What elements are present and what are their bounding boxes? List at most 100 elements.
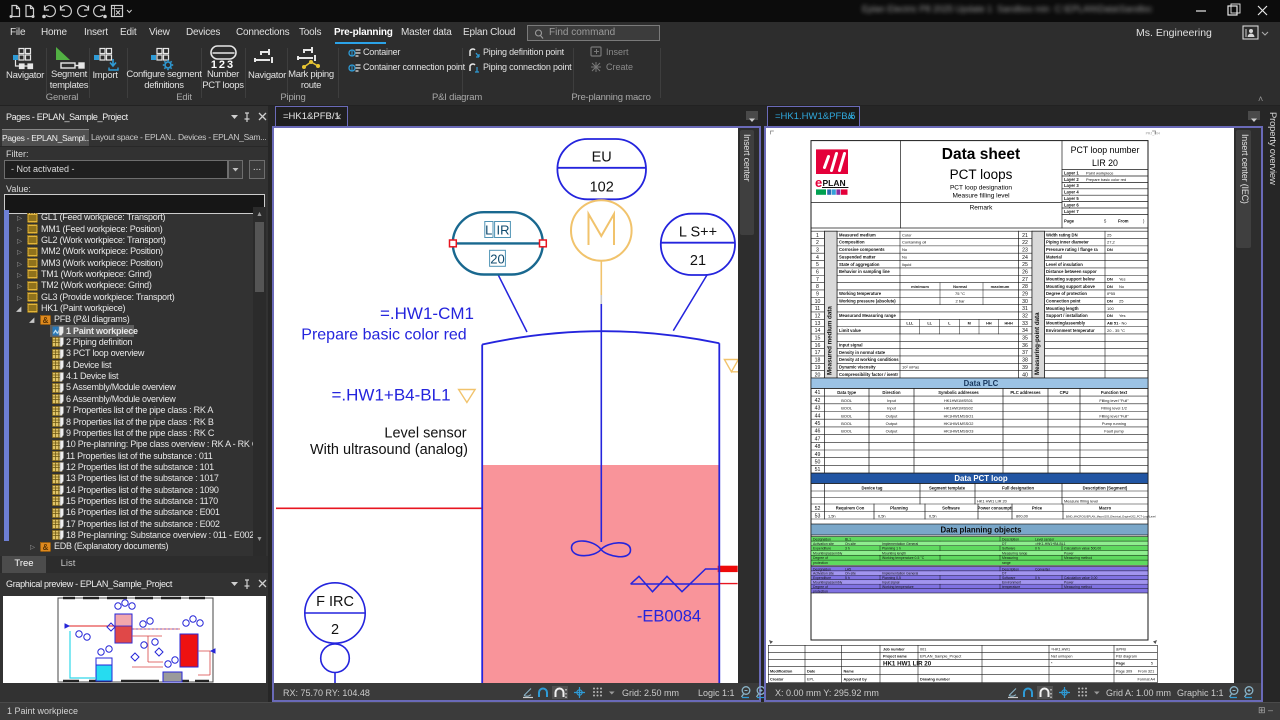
svg-text:20: 20 (490, 252, 504, 267)
svg-text:Page 309: Page 309 (1116, 669, 1132, 673)
svg-text:36: 36 (1022, 343, 1028, 349)
svg-text:001: 001 (920, 647, 926, 651)
svg-text:State of aggregation: State of aggregation (839, 262, 880, 267)
svg-text:From: From (1118, 219, 1129, 224)
svg-text:102: 102 (590, 180, 614, 196)
svg-text:Measurand Measuring ran: Measurand Measuring range (839, 313, 896, 318)
svg-text:P&I diagram: P&I diagram (1116, 654, 1137, 658)
svg-text:Device tag: Device tag (862, 485, 883, 490)
svg-text:Mounting/assembly: Mounting/assembly (813, 551, 843, 555)
svg-text:Description: Description (1002, 537, 1019, 541)
svg-text:- No: - No (1119, 320, 1127, 325)
svg-text:6: 6 (816, 270, 819, 276)
svg-text:Mounting/assembly: Mounting/assembly (1046, 320, 1086, 325)
svg-text:protection: protection (813, 561, 828, 565)
svg-text:Level of insulation: Level of insulation (1046, 262, 1083, 267)
svg-text:EU: EU (592, 150, 612, 166)
svg-text:No: No (902, 247, 908, 252)
svg-text:52: 52 (815, 506, 821, 512)
svg-text:10: 10 (815, 299, 821, 305)
svg-text:21: 21 (1022, 233, 1028, 239)
svg-text:31: 31 (1022, 306, 1028, 312)
svg-text:=HK1-HW1+B4-BL1: =HK1-HW1+B4-BL1 (1035, 542, 1066, 546)
svg-text:M: M (968, 321, 971, 325)
svg-text:Width rating DN: Width rating DN (1046, 232, 1078, 237)
svg-text:46: 46 (815, 429, 821, 435)
svg-text:25: 25 (1022, 262, 1028, 268)
svg-text:Page: Page (1064, 219, 1075, 224)
svg-text:47: 47 (815, 436, 821, 442)
svg-text:LIR 20: LIR 20 (1092, 158, 1118, 168)
svg-text:40: 40 (1022, 372, 1028, 378)
svg-text:29: 29 (1022, 292, 1028, 298)
svg-text:3 h: 3 h (845, 547, 850, 551)
svg-text:=.HW1-CM1: =.HW1-CM1 (380, 304, 474, 323)
svg-text:EPL: EPL (807, 677, 814, 681)
svg-text:Mounting length: Mounting length (1046, 306, 1079, 311)
svg-text:Working temperature 0-5 °: Working temperature 0-5 °C (882, 556, 925, 560)
svg-text:Data type: Data type (837, 390, 857, 395)
svg-text:Paint workpiece: Paint workpiece (1086, 170, 1113, 175)
svg-text:5: 5 (1104, 219, 1107, 224)
svg-text:Material: Material (1046, 254, 1062, 259)
svg-text:Data PLC: Data PLC (964, 379, 999, 388)
svg-text:25: 25 (1107, 232, 1112, 237)
svg-text:Function text: Function text (1101, 390, 1128, 395)
svg-text:Creator: Creator (770, 677, 784, 681)
svg-text:BOOL: BOOL (841, 421, 853, 426)
svg-text:38: 38 (1022, 358, 1028, 364)
svg-text:No: No (902, 254, 908, 259)
svg-text:PLC addresses: PLC addresses (1010, 390, 1041, 395)
svg-text:Limit value: Limit value (839, 328, 862, 333)
svg-text:Measuring range: Measuring range (1002, 551, 1028, 555)
svg-text:L: L (485, 223, 492, 238)
svg-text:Price: Price (1032, 506, 1043, 511)
svg-text:Degree of: Degree of (813, 556, 828, 560)
svg-text:Color: Color (902, 232, 912, 237)
svg-text:5 h: 5 h (845, 576, 850, 580)
svg-text:Layer 7: Layer 7 (1064, 209, 1079, 214)
svg-text:): ) (1143, 219, 1145, 224)
svg-text:Planning 1 h: Planning 1 h (882, 547, 901, 551)
svg-text:PCT loop designation: PCT loop designation (950, 185, 1012, 192)
svg-text:Designation: Designation (813, 537, 831, 541)
svg-text:49: 49 (815, 452, 821, 458)
svg-text:PCT loops: PCT loops (950, 167, 1013, 182)
svg-text:Page: Page (1116, 662, 1125, 666)
svg-text:14: 14 (815, 328, 821, 334)
svg-text:HK1HW1MSSO3: HK1HW1MSSO3 (944, 429, 974, 434)
svg-text:Mounting support above: Mounting support above (1046, 284, 1096, 289)
svg-text:BL1: BL1 (845, 537, 851, 541)
svg-text:HK1HW1MSS01: HK1HW1MSS01 (944, 398, 973, 403)
svg-text:41: 41 (815, 390, 821, 396)
svg-text:Measure filling level: Measure filling level (1064, 499, 1098, 504)
svg-text:Power: Power (1064, 551, 1074, 555)
svg-text:Corrosive components: Corrosive components (839, 247, 885, 252)
svg-text:-EB0084: -EB0084 (637, 608, 701, 626)
svg-text:Layer 2: Layer 2 (1064, 177, 1079, 182)
svg-text:IP55: IP55 (1107, 291, 1116, 296)
svg-text:Environment: Environment (1002, 581, 1021, 585)
svg-text:L S++: L S++ (679, 225, 717, 241)
svg-text:Prepare basic color red: Prepare basic color red (1086, 177, 1126, 182)
svg-text:32: 32 (1022, 314, 1028, 320)
svg-text:5: 5 (1151, 662, 1153, 666)
svg-text:L: L (948, 321, 951, 325)
svg-text:Data planning objects: Data planning objects (940, 525, 1022, 534)
svg-text:0,5h: 0,5h (929, 513, 937, 518)
svg-text:Mounting support below: Mounting support below (1046, 276, 1095, 281)
svg-text:27,2: 27,2 (1107, 240, 1116, 245)
svg-text:Layer 6: Layer 6 (1064, 202, 1079, 207)
svg-text:1,5h: 1,5h (828, 513, 836, 518)
svg-text:Filling level 1/2: Filling level 1/2 (1101, 406, 1127, 411)
svg-text:Date: Date (807, 669, 815, 673)
svg-text:Working temperature: Working temperature (839, 291, 882, 296)
svg-text:Measure filling level: Measure filling level (952, 193, 1010, 200)
svg-text:Converter: Converter (1035, 567, 1051, 571)
svg-text:800,00: 800,00 (1016, 513, 1029, 518)
svg-text:Calculation value 500,00: Calculation value 500,00 (1064, 547, 1101, 551)
svg-text:0,5h: 0,5h (878, 513, 886, 518)
svg-text:Degree of: Degree of (813, 585, 828, 589)
svg-text:Working temperature: Working temperature (882, 585, 914, 589)
svg-text:7: 7 (816, 277, 819, 283)
